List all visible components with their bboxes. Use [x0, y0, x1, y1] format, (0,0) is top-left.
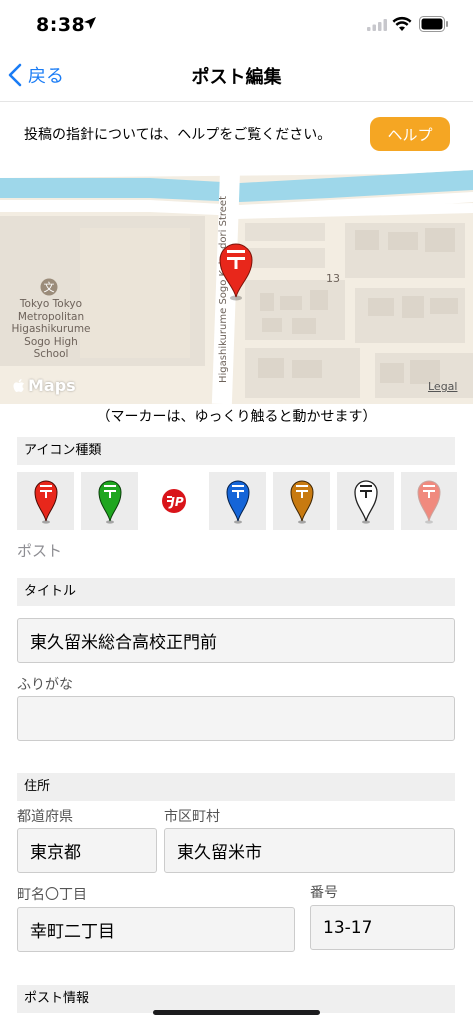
selected-icon-name: ポスト [17, 542, 63, 560]
navigation-bar: 戻る ポスト編集 [0, 48, 473, 102]
prefecture-label: 都道府県 [17, 809, 73, 825]
svg-text:文: 文 [44, 280, 55, 294]
post-info-section-header: ポスト情報 [17, 985, 455, 1013]
cellular-signal-icon [367, 19, 387, 31]
page-title: ポスト編集 [191, 67, 282, 88]
furigana-label: ふりがな [17, 677, 73, 693]
icon-option-jp[interactable]: JP [145, 472, 202, 530]
battery-icon [419, 16, 448, 32]
city-input[interactable]: 東久留米市 [164, 828, 455, 873]
city-label: 市区町村 [164, 809, 220, 825]
jp-post-icon: JP [161, 489, 186, 513]
svg-text:JP: JP [168, 495, 183, 509]
wifi-icon [392, 16, 412, 31]
apple-logo-icon [13, 378, 24, 392]
white-post-icon [353, 480, 378, 524]
icon-type-header: アイコン種類 [17, 437, 455, 465]
prefecture-input[interactable]: 東京都 [17, 828, 157, 873]
town-input[interactable]: 幸町二丁目 [17, 907, 295, 952]
blue-post-icon [225, 480, 250, 524]
location-arrow-icon [84, 17, 96, 29]
status-bar: 8:38 [0, 0, 473, 48]
icon-picker: JP [17, 472, 473, 530]
green-post-icon [97, 480, 122, 524]
orange-post-icon [289, 480, 314, 524]
help-text: 投稿の指針については、ヘルプをご覧ください。 [24, 127, 332, 143]
pink-post-icon [417, 480, 441, 524]
title-section-header: タイトル [17, 578, 455, 606]
title-input[interactable]: 東久留米総合高校正門前 [17, 618, 455, 663]
icon-option-red[interactable] [17, 472, 74, 530]
icon-option-white[interactable] [337, 472, 394, 530]
icon-option-pink[interactable] [401, 472, 457, 530]
maps-brand: Maps [12, 376, 76, 395]
map-block-label: 13 [326, 272, 340, 285]
school-icon: 文 [40, 278, 58, 296]
number-label: 番号 [310, 885, 338, 901]
address-section-header: 住所 [17, 773, 455, 801]
marker-hint: （マーカーは、ゆっくり触ると動かせます） [96, 409, 377, 425]
help-button[interactable]: ヘルプ [370, 117, 450, 151]
town-label: 町名〇丁目 [17, 887, 87, 903]
map-view[interactable]: 文 Tokyo Tokyo Metropolitan Higashikurume… [0, 168, 473, 404]
red-post-icon [33, 480, 58, 524]
post-marker-pin-icon[interactable] [217, 240, 255, 302]
icon-option-orange[interactable] [273, 472, 330, 530]
icon-option-blue[interactable] [209, 472, 266, 530]
furigana-input[interactable] [17, 696, 455, 741]
maps-brand-label: Maps [28, 376, 76, 395]
icon-option-green[interactable] [81, 472, 138, 530]
map-legal-link[interactable]: Legal [428, 380, 457, 393]
home-indicator [153, 1010, 320, 1015]
status-time: 8:38 [36, 14, 86, 36]
number-input[interactable]: 13-17 [310, 905, 455, 950]
help-row: 投稿の指針については、ヘルプをご覧ください。 ヘルプ [0, 102, 473, 168]
map-school-label: Tokyo Tokyo Metropolitan Higashikurume S… [11, 298, 91, 360]
